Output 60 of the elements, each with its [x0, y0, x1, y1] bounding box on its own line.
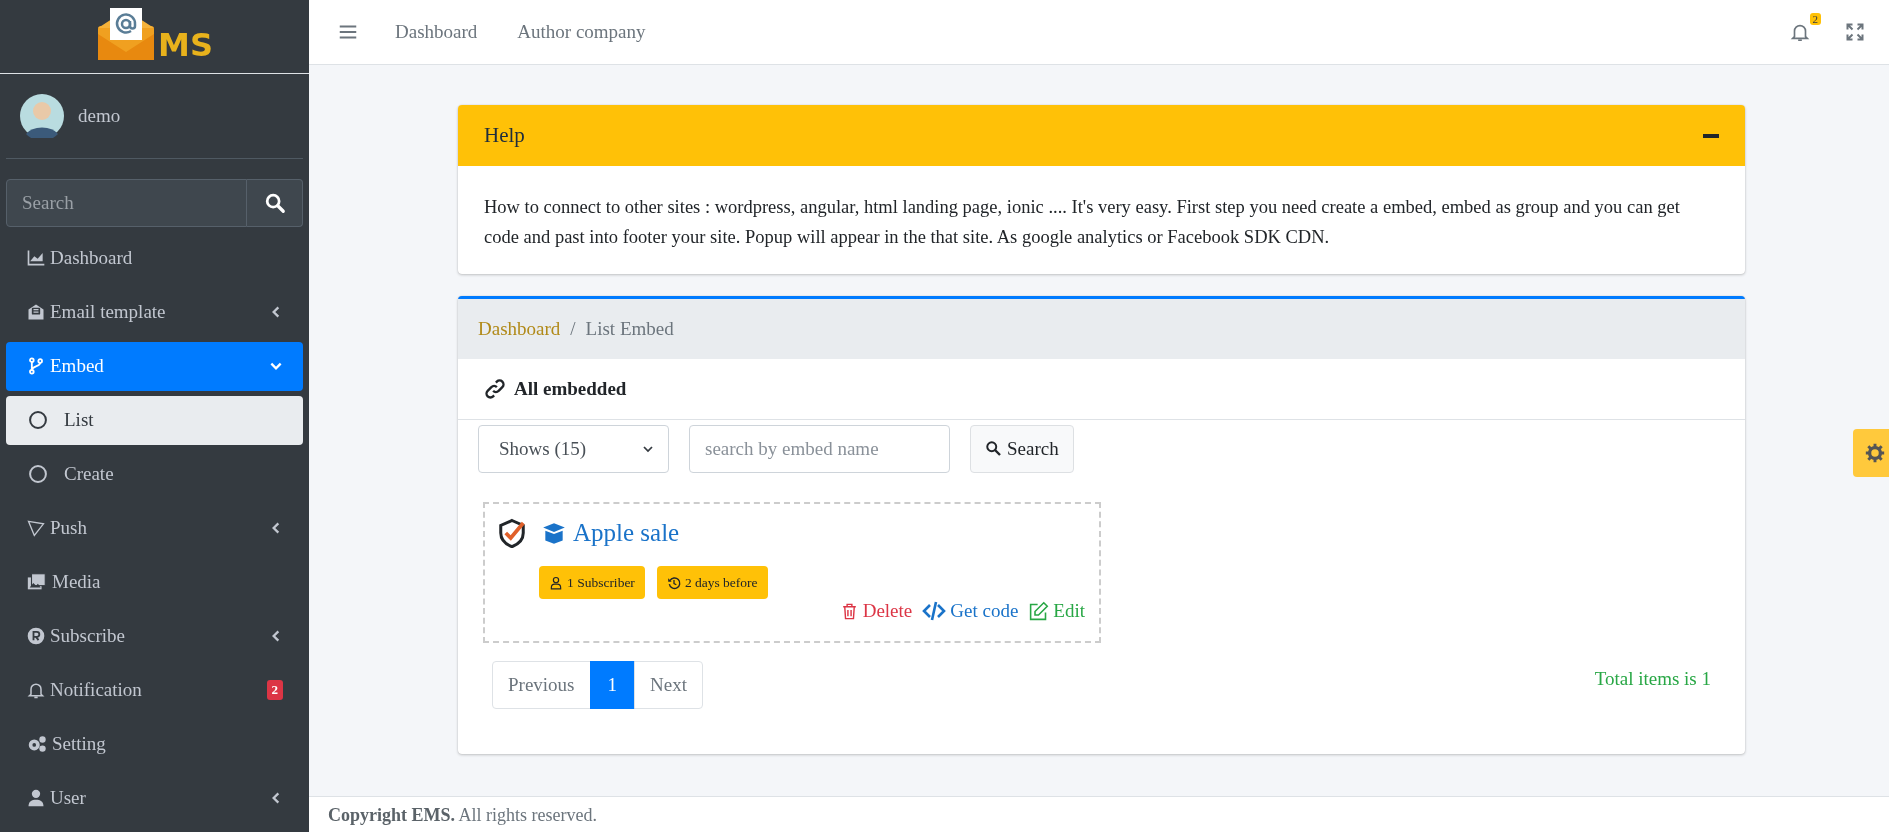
action-link[interactable]: Delete — [839, 599, 913, 623]
embed-link[interactable]: Apple sale — [541, 519, 680, 547]
sidebar-item[interactable]: Subscribe — [6, 611, 303, 661]
sidebar-item[interactable]: Dashboard — [6, 233, 303, 283]
search-button[interactable] — [247, 179, 303, 227]
gear-icon — [1865, 443, 1885, 463]
action-link[interactable]: Get code — [922, 599, 1019, 623]
history-icon — [666, 575, 681, 590]
avatar-icon — [20, 94, 64, 138]
sidebar-item[interactable]: User — [6, 773, 303, 823]
nav-link[interactable]: Author company — [497, 21, 666, 43]
page-button[interactable]: Next — [634, 661, 703, 709]
info-badge: 1 Subscriber — [539, 566, 645, 599]
circle-icon — [28, 464, 48, 484]
notification-count: 2 — [1809, 13, 1821, 25]
notification-count: 2 — [266, 680, 283, 700]
breadcrumb-separator: / — [570, 318, 576, 340]
edit-icon — [1028, 600, 1050, 622]
logo-text: MS — [158, 29, 213, 61]
registered-icon — [26, 626, 46, 646]
page-size-select[interactable]: Shows (15) — [478, 425, 669, 473]
gears-icon — [26, 733, 48, 755]
search-icon — [985, 440, 1003, 458]
card-title: Help — [484, 123, 525, 148]
search-button[interactable]: Search — [970, 425, 1074, 473]
help-text: How to connect to other sites : wordpress, angular, html landing page, ionic .... It's very easy. First step you need create a embed, embed as group and you can get code and past into footer your site. Popup will appear in the that site. As google analytics or Facebook SDK CDN. — [483, 196, 1681, 249]
info-badge: 2 days before — [656, 566, 768, 599]
link-icon — [484, 378, 506, 400]
branch-icon — [26, 356, 46, 376]
sidebar-item[interactable]: Embed — [6, 341, 303, 391]
envelope-icon — [26, 302, 46, 322]
page-button[interactable]: Previous — [492, 661, 591, 709]
shield-check-icon — [497, 518, 527, 548]
total-count: Total items is 1 — [1594, 668, 1711, 690]
search-field[interactable]: Search — [6, 179, 247, 227]
sidebar-item[interactable]: Media — [6, 557, 303, 607]
user-name[interactable]: demo — [78, 105, 121, 127]
code-icon — [922, 599, 947, 623]
settings-button[interactable] — [1853, 429, 1889, 477]
copyright-text: Copyright EMS. All rights reserved. — [328, 805, 597, 825]
paper-plane-icon — [26, 518, 46, 538]
sidebar-item[interactable]: Email template — [6, 287, 303, 337]
circle-icon — [28, 410, 48, 430]
page-button[interactable]: 1 — [589, 661, 635, 709]
user-icon — [26, 788, 46, 808]
box-icon — [541, 520, 567, 546]
sidebar-item[interactable]: Setting — [6, 719, 303, 769]
sidebar-item[interactable]: Push — [6, 503, 303, 553]
sidebar-subitem[interactable]: List — [6, 395, 303, 445]
chevron-down-icon — [642, 443, 654, 455]
fullscreen-icon — [1845, 22, 1865, 42]
chart-icon — [26, 248, 46, 268]
breadcrumb-item: List Embed — [585, 318, 674, 340]
sidebar-item[interactable]: Notification 2 — [6, 665, 303, 715]
nav-link[interactable]: Dashboard — [375, 21, 498, 43]
user-icon — [549, 575, 563, 590]
search-icon — [263, 192, 286, 214]
sidebar-subitem[interactable]: Create — [6, 449, 303, 499]
card-title: All embedded — [514, 378, 627, 400]
minus-icon[interactable] — [1703, 133, 1719, 138]
